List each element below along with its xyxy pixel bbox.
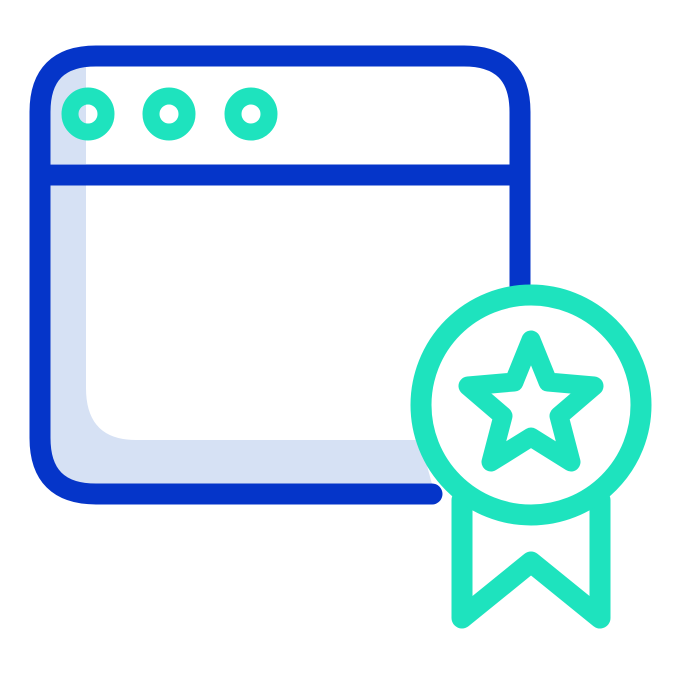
browser-window-award-icon bbox=[29, 45, 652, 629]
window-dot-icon bbox=[224, 87, 278, 141]
icon-canvas bbox=[0, 0, 680, 680]
window-shadow bbox=[42, 182, 432, 484]
medal-ring bbox=[410, 284, 652, 526]
award-medal-icon bbox=[410, 284, 652, 629]
window-dot-icon bbox=[61, 87, 115, 141]
window-dot-icon bbox=[142, 87, 196, 141]
